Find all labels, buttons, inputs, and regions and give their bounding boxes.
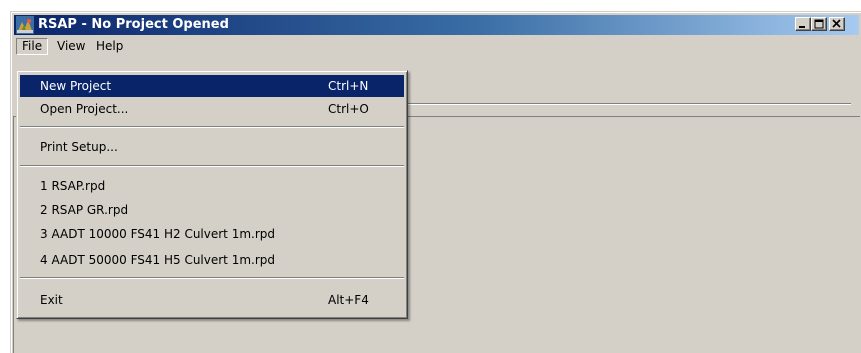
- open-project-shortcut: Ctrl+O: [328, 102, 369, 116]
- recent-file-label: 4 AADT 50000 FS41 H5 Culvert 1m.rpd: [40, 253, 276, 267]
- menu-item-exit[interactable]: Exit Alt+F4: [20, 289, 404, 311]
- rsap-app-icon[interactable]: [16, 16, 34, 34]
- content-divider: [404, 103, 851, 105]
- recent-file-label: 3 AADT 10000 FS41 H2 Culvert 1m.rpd: [40, 227, 276, 241]
- recent-file-label: 1 RSAP.rpd: [40, 179, 106, 193]
- close-icon: [832, 19, 841, 28]
- file-menu-dropdown: New Project Ctrl+N Open Project... Ctrl+…: [16, 70, 408, 319]
- menu-separator: [20, 165, 404, 167]
- menu-help[interactable]: Help: [90, 38, 129, 55]
- new-project-shortcut: Ctrl+N: [328, 79, 369, 93]
- menu-item-recent-2[interactable]: 2 RSAP GR.rpd: [20, 199, 404, 221]
- minimize-icon: [799, 26, 805, 28]
- restore-button[interactable]: [811, 17, 827, 31]
- exit-label: Exit: [40, 293, 63, 307]
- menu-file[interactable]: File: [16, 38, 49, 55]
- menu-item-recent-1[interactable]: 1 RSAP.rpd: [20, 175, 404, 197]
- menu-item-new-project[interactable]: New Project Ctrl+N: [20, 75, 404, 97]
- menu-view[interactable]: View: [51, 38, 91, 55]
- open-project-label: Open Project...: [40, 102, 129, 116]
- minimize-button[interactable]: [795, 17, 811, 31]
- restore-icon: [814, 19, 824, 29]
- exit-shortcut: Alt+F4: [328, 293, 369, 307]
- menu-item-recent-4[interactable]: 4 AADT 50000 FS41 H5 Culvert 1m.rpd: [20, 249, 404, 271]
- menu-item-open-project[interactable]: Open Project... Ctrl+O: [20, 98, 404, 120]
- menu-item-recent-3[interactable]: 3 AADT 10000 FS41 H2 Culvert 1m.rpd: [20, 223, 404, 245]
- menu-bar: File View Help: [14, 37, 859, 56]
- print-setup-label: Print Setup...: [40, 140, 118, 154]
- new-project-label: New Project: [40, 79, 112, 93]
- menu-separator: [20, 126, 404, 128]
- close-button[interactable]: [829, 17, 845, 31]
- menu-separator: [20, 277, 404, 279]
- title-bar[interactable]: RSAP - No Project Opened: [14, 15, 859, 35]
- recent-file-label: 2 RSAP GR.rpd: [40, 203, 129, 217]
- menu-item-print-setup[interactable]: Print Setup...: [20, 136, 404, 158]
- window-title: RSAP - No Project Opened: [38, 17, 229, 32]
